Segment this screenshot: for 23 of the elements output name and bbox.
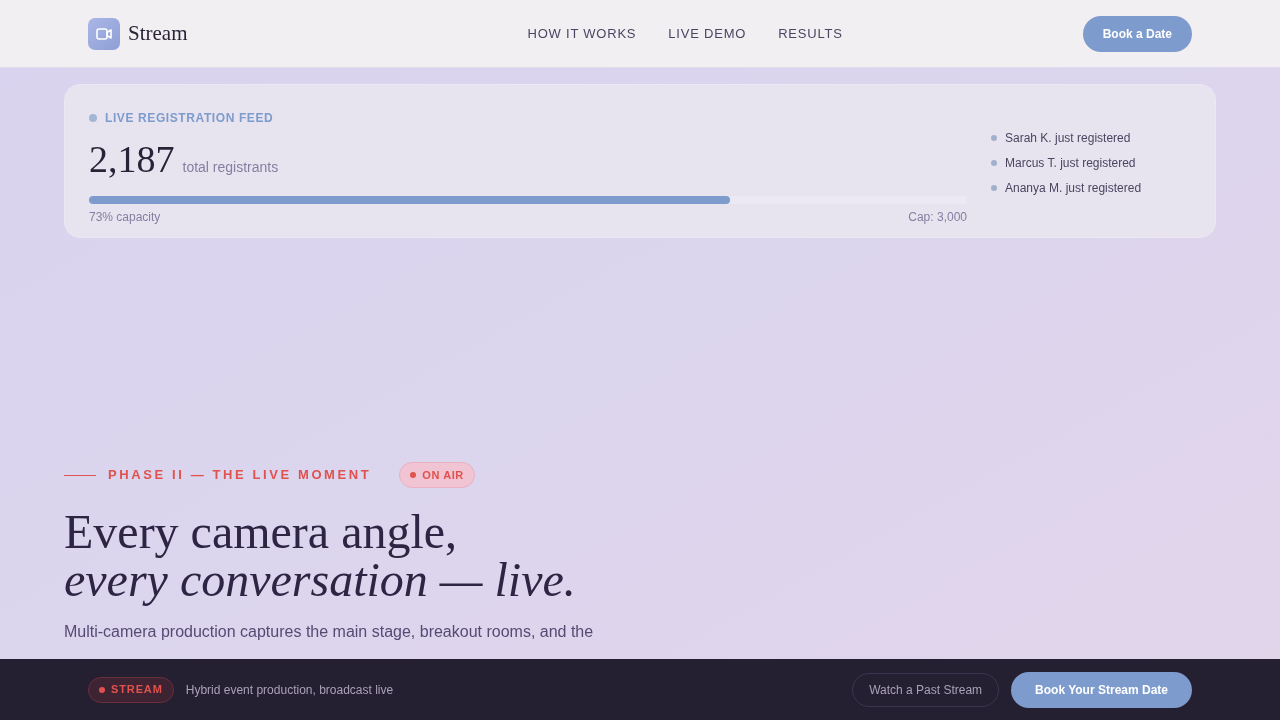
brand-name[interactable]: Stream bbox=[128, 17, 188, 50]
cap-text: Cap: 3,000 bbox=[908, 209, 967, 226]
nav-link[interactable]: HOW IT WORKS bbox=[527, 23, 637, 44]
bullet-icon bbox=[991, 135, 997, 141]
nav-link[interactable]: LIVE DEMO bbox=[668, 23, 747, 44]
registration-entry: Sarah K. just registered bbox=[1005, 130, 1131, 147]
count-label: total registrants bbox=[182, 158, 279, 177]
stream-badge: STREAM bbox=[88, 676, 174, 703]
on-air-badge: ON AIR bbox=[399, 462, 475, 488]
registration-entry: Marcus T. just registered bbox=[1005, 155, 1136, 172]
feed-label: LIVE REGISTRATION FEED bbox=[105, 110, 274, 127]
bullet-icon bbox=[991, 160, 997, 166]
bullet-icon bbox=[991, 185, 997, 191]
registration-entry: Ananya M. just registered bbox=[1005, 180, 1142, 197]
eyebrow-rule bbox=[64, 474, 96, 476]
nav-link[interactable]: RESULTS bbox=[778, 23, 843, 44]
registrant-count: 2,187 bbox=[89, 137, 175, 182]
headline: Every camera angle, bbox=[64, 508, 459, 556]
phase-eyebrow: PHASE II — THE LIVE MOMENT bbox=[108, 466, 372, 485]
video-camera-icon bbox=[88, 17, 120, 50]
hero-description: Multi-camera production captures the main stage, breakout rooms, and the bbox=[64, 622, 595, 642]
tagline: Hybrid event production, broadcast live bbox=[185, 681, 394, 699]
capacity-text: 73% capacity bbox=[89, 209, 161, 226]
